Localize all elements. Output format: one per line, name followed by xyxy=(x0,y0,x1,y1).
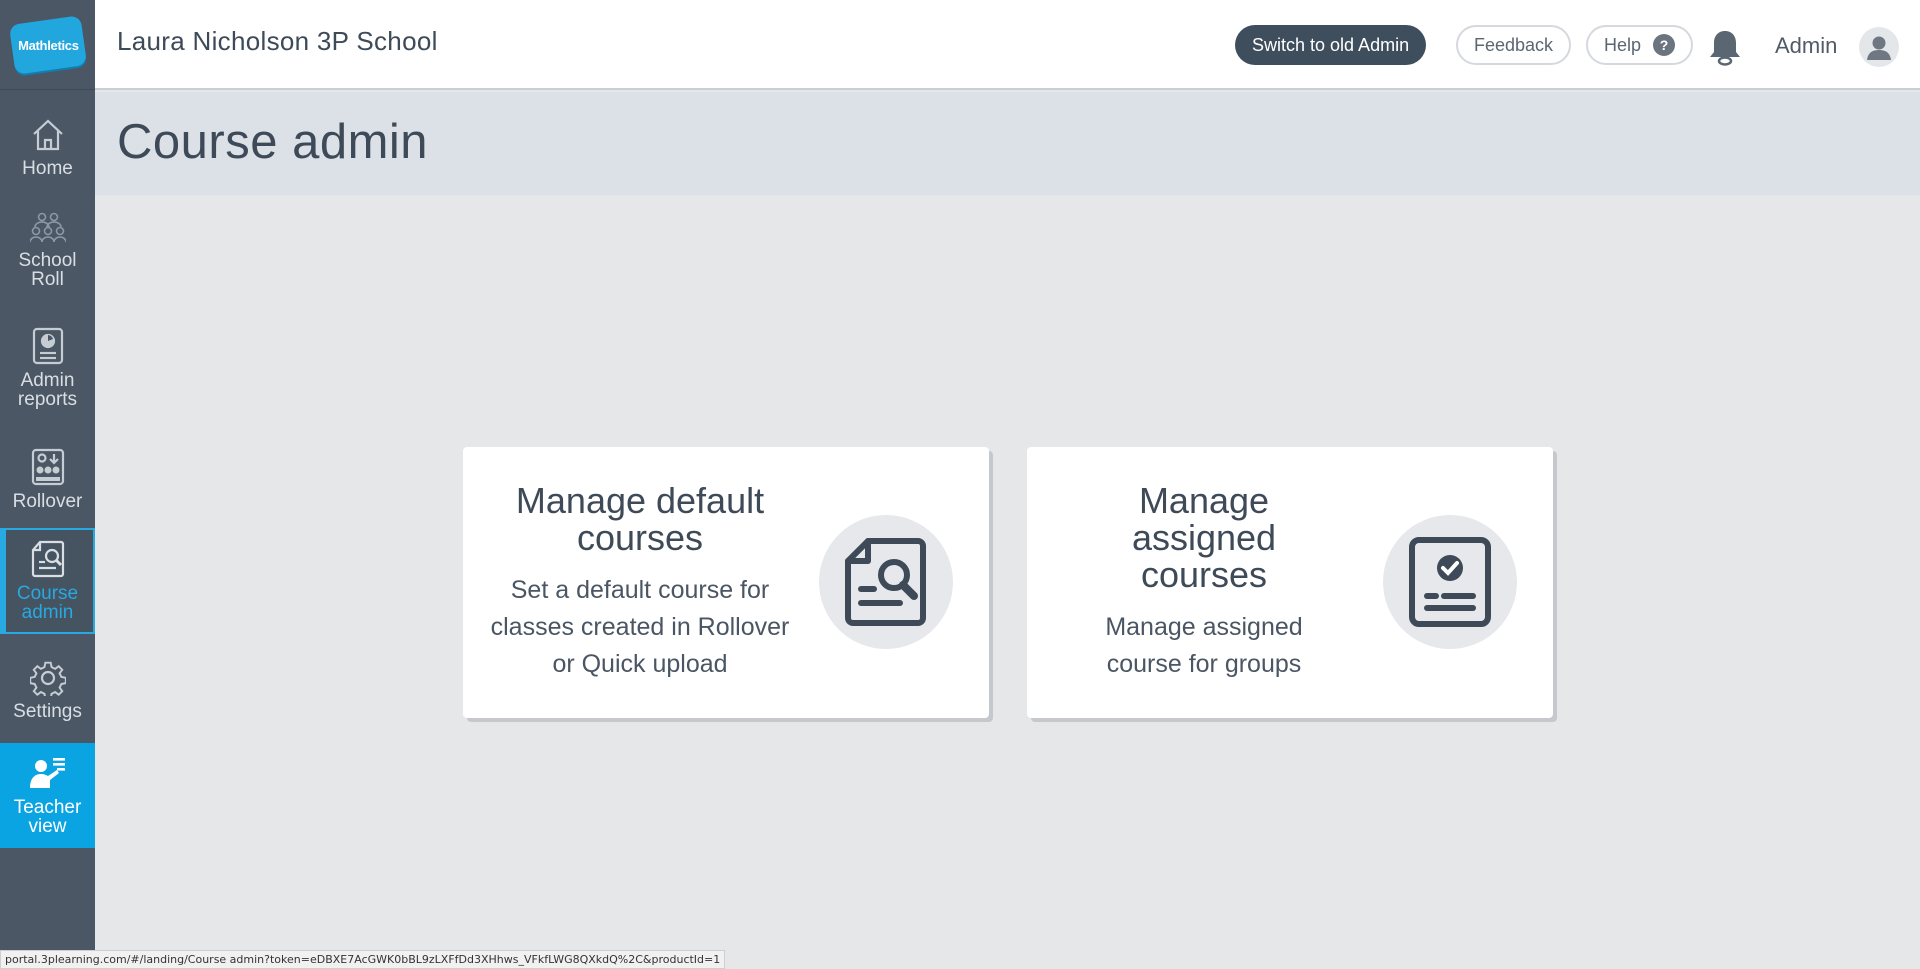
home-icon xyxy=(32,118,63,150)
sidebar-item-school-roll[interactable]: School Roll xyxy=(0,200,95,300)
browser-status-url: portal.3plearning.com/#/landing/Course a… xyxy=(0,950,726,969)
manage-assigned-courses-card[interactable]: Manage assigned courses Manage assigned … xyxy=(1027,447,1553,718)
card-title: Manage default courses xyxy=(515,480,765,558)
user-icon xyxy=(1867,36,1891,60)
notification-button[interactable] xyxy=(1708,28,1742,71)
logo-box[interactable]: Mathletics xyxy=(0,0,95,90)
logo-text: Mathletics xyxy=(17,37,78,53)
help-button[interactable]: Help ? xyxy=(1586,25,1694,65)
sidebar-item-label: Home xyxy=(22,157,73,179)
top-bar: Laura Nicholson 3P School Switch to old … xyxy=(95,0,1920,90)
user-name[interactable]: Admin xyxy=(1775,33,1837,59)
mathletics-logo[interactable]: Mathletics xyxy=(8,14,87,75)
question-icon: ? xyxy=(1653,34,1676,56)
sidebar-item-label-2: reports xyxy=(17,389,78,410)
card-title: Manage assigned courses xyxy=(1131,480,1277,595)
sidebar-item-home[interactable]: Home xyxy=(0,103,95,191)
sidebar-item-label-2: admin xyxy=(21,602,74,623)
document-check-icon xyxy=(1409,537,1491,627)
sidebar-item-label: Settings xyxy=(13,700,82,722)
course-icon xyxy=(31,540,64,578)
card-text: Manage assigned courses Manage assigned … xyxy=(1047,447,1361,718)
feedback-button[interactable]: Feedback xyxy=(1456,25,1572,65)
sidebar-item-teacher-view[interactable]: Teacher view xyxy=(0,743,95,848)
card-icon-circle xyxy=(819,515,953,649)
sidebar-item-rollover[interactable]: Rollover xyxy=(0,434,95,524)
page-header: Course admin xyxy=(95,92,1920,195)
people-icon xyxy=(29,212,66,243)
sidebar-item-label: Teacher xyxy=(13,796,82,818)
document-search-icon xyxy=(845,538,926,626)
sidebar-item-label: School xyxy=(18,250,77,271)
sidebar-item-course-admin[interactable]: Course admin xyxy=(0,528,95,634)
teacher-icon xyxy=(29,757,65,788)
card-text: Manage default courses Set a default cou… xyxy=(483,447,797,718)
sidebar-item-label: Rollover xyxy=(12,490,83,512)
switch-to-old-admin-button[interactable]: Switch to old Admin xyxy=(1235,25,1427,65)
help-label: Help xyxy=(1604,34,1642,55)
gear-icon xyxy=(29,661,66,696)
card-description: Manage assigned course for groups xyxy=(1105,613,1303,678)
school-name: Laura Nicholson 3P School xyxy=(117,26,438,56)
page-title: Course admin xyxy=(117,115,429,169)
card-description: Set a default course for classes created… xyxy=(490,576,790,678)
rollover-icon xyxy=(31,448,64,485)
sidebar-item-admin-reports[interactable]: Admin reports xyxy=(0,318,95,418)
sidebar: Mathletics Home School Roll Admin report… xyxy=(0,0,95,969)
card-icon-circle xyxy=(1383,515,1517,649)
sidebar-item-label: Course xyxy=(16,583,79,604)
bell-icon xyxy=(1710,31,1740,66)
sidebar-item-label-2: Roll xyxy=(31,269,64,290)
sidebar-item-label: Admin xyxy=(20,370,75,391)
sidebar-item-settings[interactable]: Settings xyxy=(0,648,95,732)
avatar[interactable] xyxy=(1859,27,1899,67)
sidebar-item-label-2: view xyxy=(28,815,67,837)
report-icon xyxy=(32,327,63,365)
manage-default-courses-card[interactable]: Manage default courses Set a default cou… xyxy=(463,447,989,718)
